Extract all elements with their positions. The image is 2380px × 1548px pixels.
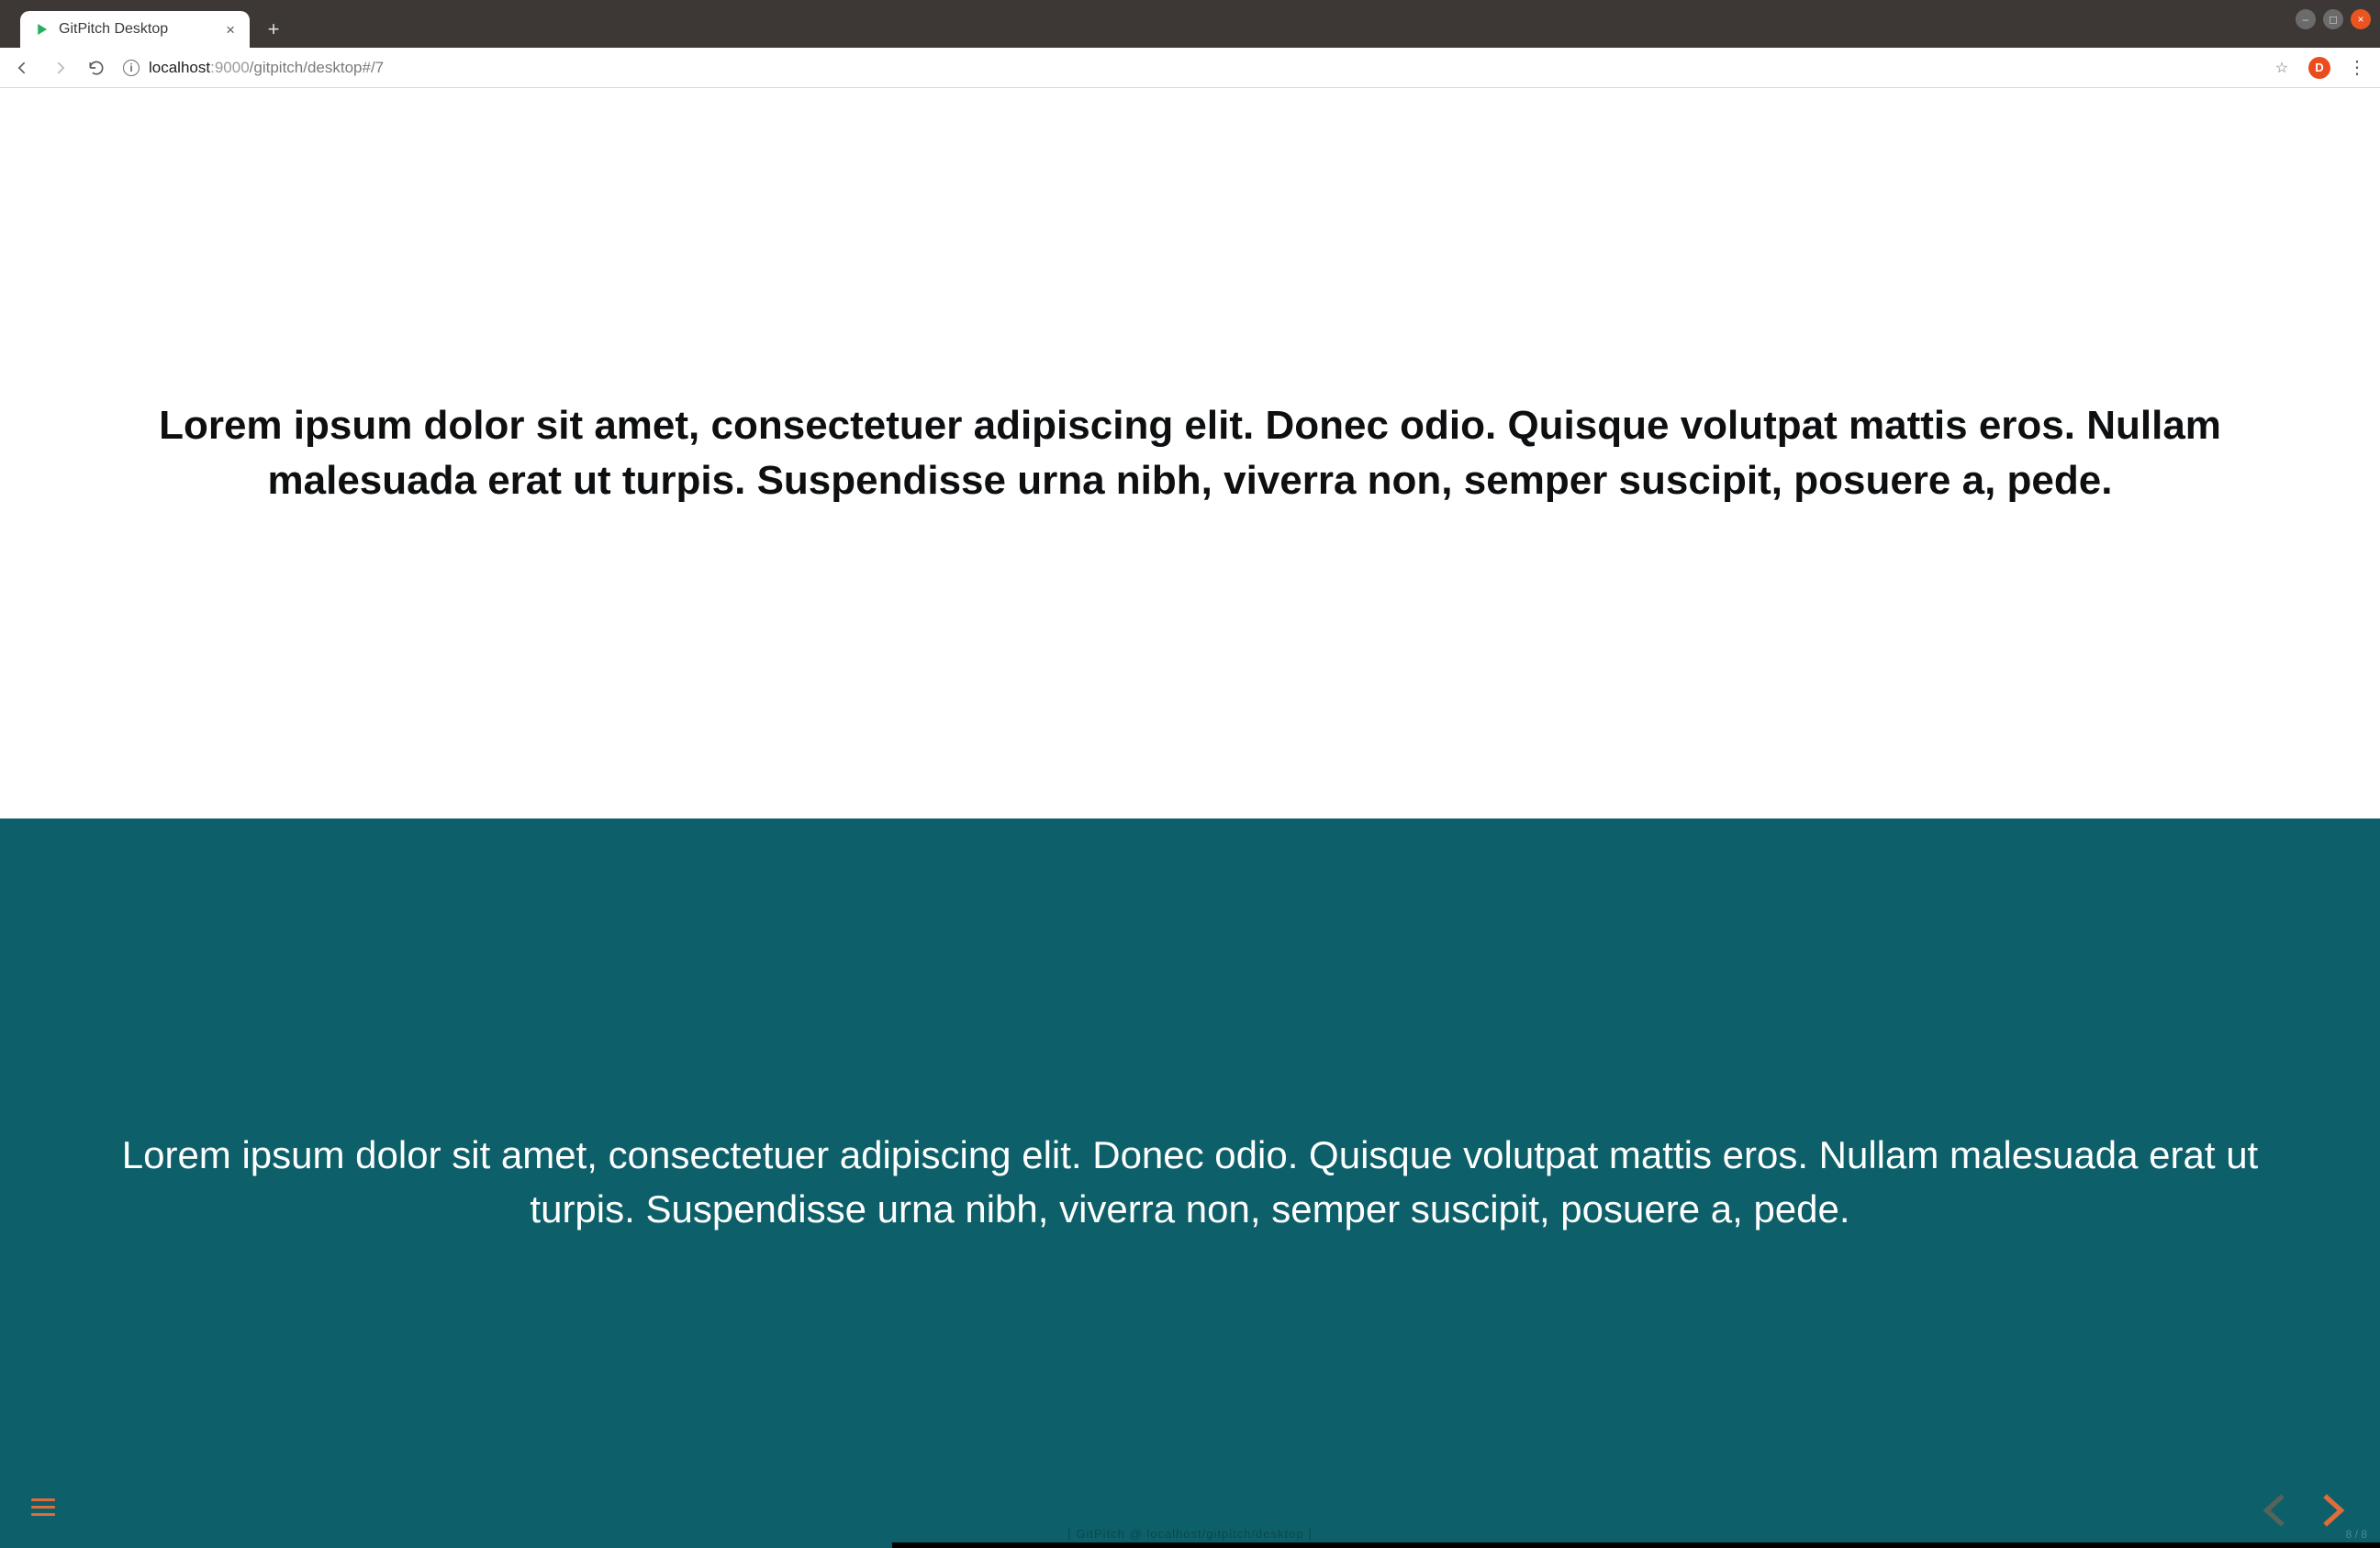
window-maximize-button[interactable]: ◻ <box>2323 9 2343 29</box>
tab-strip: GitPitch Desktop × + <box>20 0 288 48</box>
window-close-button[interactable]: × <box>2351 9 2371 29</box>
window-controls: – ◻ × <box>2296 9 2371 29</box>
url-path: /gitpitch/desktop#/7 <box>250 59 384 76</box>
back-button[interactable] <box>13 58 33 78</box>
tab-close-button[interactable]: × <box>222 22 239 38</box>
tab-title: GitPitch Desktop <box>59 21 222 38</box>
slide-footer-text: [ GitPitch @ localhost/gitpitch/desktop … <box>1067 1527 1313 1541</box>
prev-slide-button[interactable] <box>2255 1489 2297 1531</box>
slide-counter: 8 / 8 <box>2346 1528 2367 1541</box>
slide-menu-button[interactable] <box>31 1494 55 1520</box>
url-port: :9000 <box>210 59 250 76</box>
browser-menu-button[interactable]: ⋮ <box>2347 58 2367 78</box>
toolbar-right: ☆ D ⋮ <box>2272 57 2367 79</box>
slide-top-half: Lorem ipsum dolor sit amet, consectetuer… <box>0 88 2380 819</box>
favicon-play-icon <box>33 21 50 38</box>
page-viewport: Lorem ipsum dolor sit amet, consectetuer… <box>0 88 2380 1548</box>
url-host: localhost <box>149 59 210 76</box>
new-tab-button[interactable]: + <box>259 15 288 44</box>
window-titlebar: GitPitch Desktop × + – ◻ × <box>0 0 2380 48</box>
profile-avatar[interactable]: D <box>2308 57 2330 79</box>
presentation-slide: Lorem ipsum dolor sit amet, consectetuer… <box>0 88 2380 1548</box>
window-minimize-button[interactable]: – <box>2296 9 2316 29</box>
reload-button[interactable] <box>86 58 106 78</box>
bookmark-star-icon[interactable]: ☆ <box>2272 58 2292 78</box>
slide-nav-arrows <box>2255 1489 2352 1531</box>
next-slide-button[interactable] <box>2310 1489 2352 1531</box>
site-info-icon[interactable]: i <box>123 60 140 76</box>
slide-bottom-text: Lorem ipsum dolor sit amet, consectetuer… <box>83 1129 2297 1237</box>
forward-button[interactable] <box>50 58 70 78</box>
slide-bottom-half: Lorem ipsum dolor sit amet, consectetuer… <box>0 819 2380 1548</box>
slide-top-text: Lorem ipsum dolor sit amet, consectetuer… <box>83 398 2297 507</box>
browser-toolbar: i localhost:9000/gitpitch/desktop#/7 ☆ D… <box>0 48 2380 88</box>
url-text: localhost:9000/gitpitch/desktop#/7 <box>149 59 384 77</box>
slide-progress-bar <box>892 1542 2380 1548</box>
address-bar[interactable]: i localhost:9000/gitpitch/desktop#/7 <box>123 59 2255 77</box>
browser-tab[interactable]: GitPitch Desktop × <box>20 11 250 48</box>
